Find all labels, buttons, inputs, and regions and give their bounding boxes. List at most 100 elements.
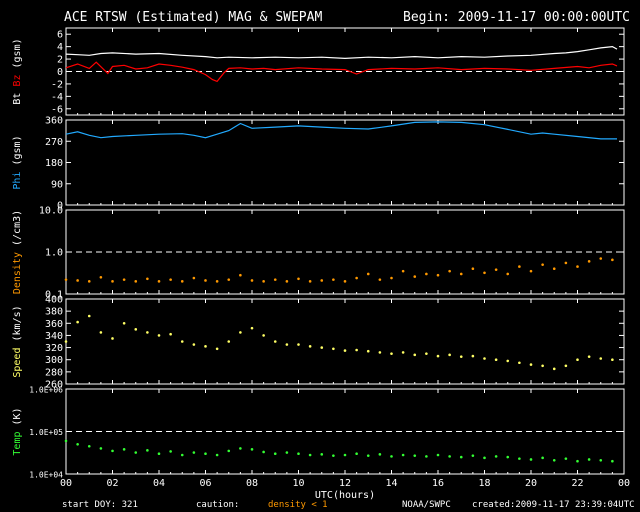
- y-tick-label: 1.0E+04: [29, 471, 63, 480]
- point-speed: [273, 340, 277, 343]
- point-speed: [215, 347, 219, 351]
- y-tick-label: 6: [57, 30, 63, 41]
- y-tick-label: 1.0E+06: [29, 386, 63, 395]
- point-speed: [355, 348, 358, 352]
- point-temp: [390, 455, 393, 458]
- point-density: [494, 268, 498, 271]
- y-tick-label: 4: [57, 42, 63, 53]
- point-density: [297, 277, 300, 281]
- point-temp: [518, 457, 521, 460]
- point-temp: [576, 459, 579, 463]
- point-density: [204, 279, 207, 282]
- point-speed: [285, 343, 289, 346]
- point-temp: [448, 455, 451, 458]
- y-tick-label: -2: [51, 79, 63, 90]
- point-density: [611, 258, 614, 262]
- point-speed: [413, 353, 417, 357]
- point-temp: [64, 439, 68, 443]
- chart-title: ACE RTSW (Estimated) MAG & SWEPAM: [64, 10, 323, 25]
- y-axis-label-part: Phi: [12, 172, 23, 190]
- point-speed: [564, 364, 568, 368]
- point-speed: [576, 358, 579, 362]
- x-tick-label: 12: [339, 478, 351, 489]
- point-density: [401, 269, 405, 273]
- point-density: [366, 272, 370, 276]
- point-density: [250, 279, 254, 282]
- begin-timestamp: Begin: 2009-11-17 00:00:00UTC: [403, 10, 630, 25]
- point-temp: [87, 444, 91, 448]
- y-axis-label: Phi (gsm): [12, 135, 23, 189]
- point-density: [355, 276, 358, 280]
- point-temp: [111, 449, 114, 453]
- point-temp: [564, 457, 568, 460]
- caution-label: caution:: [196, 500, 240, 510]
- point-speed: [425, 352, 428, 355]
- y-axis-label-part: Density: [12, 252, 23, 294]
- y-axis-label-part: (/cm3): [12, 210, 23, 252]
- point-speed: [552, 367, 556, 371]
- point-density: [552, 267, 556, 271]
- y-tick-label: 0: [57, 67, 63, 78]
- panel-temp: 1.0E+06 1.0E+05 1.0E+04 Temp (K): [12, 386, 625, 480]
- point-temp: [76, 442, 79, 446]
- y-axis-label-part: Bz: [12, 75, 23, 93]
- point-speed: [192, 343, 196, 346]
- point-density: [134, 280, 138, 283]
- y-tick-label: 2: [57, 55, 63, 66]
- point-speed: [308, 345, 312, 348]
- y-axis-label: Density (/cm3): [12, 210, 23, 294]
- series-phi-line: [65, 121, 617, 140]
- point-density: [518, 265, 521, 268]
- point-speed: [541, 364, 544, 368]
- point-speed: [459, 355, 463, 358]
- panel-mag: 64 20-2 -4-6 Bt Bz (gsm): [12, 27, 625, 116]
- point-density: [111, 280, 114, 283]
- y-tick-label: 90: [51, 179, 63, 190]
- point-temp: [122, 448, 126, 451]
- y-axis-label-part: (gsm): [12, 38, 23, 74]
- y-tick-label: 320: [45, 343, 63, 354]
- point-speed: [262, 334, 265, 337]
- y-axis-label: Speed (km/s): [12, 305, 23, 377]
- point-speed: [506, 359, 510, 363]
- point-speed: [587, 355, 591, 358]
- point-temp: [192, 451, 196, 454]
- x-tick-label: 16: [432, 478, 444, 489]
- point-density: [529, 269, 533, 273]
- y-tick-label: 1.0: [45, 248, 63, 259]
- point-density: [320, 279, 324, 282]
- point-density: [215, 280, 219, 283]
- point-temp: [413, 454, 417, 457]
- point-speed: [401, 351, 405, 354]
- point-temp: [471, 454, 475, 457]
- point-temp: [157, 452, 161, 456]
- point-temp: [529, 458, 533, 461]
- x-tick-label: 20: [525, 478, 537, 489]
- point-speed: [157, 334, 161, 337]
- point-density: [506, 272, 510, 276]
- point-speed: [436, 354, 440, 358]
- point-temp: [320, 453, 324, 456]
- x-tick-label: 00: [618, 478, 630, 489]
- y-tick-label: 180: [45, 158, 63, 169]
- point-temp: [308, 453, 312, 457]
- point-density: [146, 277, 149, 281]
- point-speed: [518, 361, 521, 365]
- y-axis-label-part: Temp: [12, 432, 23, 456]
- point-density: [459, 272, 463, 276]
- point-temp: [599, 459, 603, 462]
- y-tick-label: 1.0E+05: [29, 428, 63, 437]
- point-density: [425, 272, 428, 276]
- point-speed: [448, 353, 451, 357]
- point-temp: [204, 452, 207, 456]
- x-tick-label: 14: [385, 478, 397, 489]
- point-density: [64, 278, 68, 281]
- point-temp: [262, 450, 265, 454]
- point-speed: [390, 352, 393, 355]
- point-density: [122, 278, 126, 281]
- point-speed: [483, 357, 486, 360]
- y-tick-label: 380: [45, 307, 63, 318]
- point-density: [76, 279, 79, 282]
- y-tick-label: -6: [51, 104, 63, 115]
- point-density: [308, 280, 312, 283]
